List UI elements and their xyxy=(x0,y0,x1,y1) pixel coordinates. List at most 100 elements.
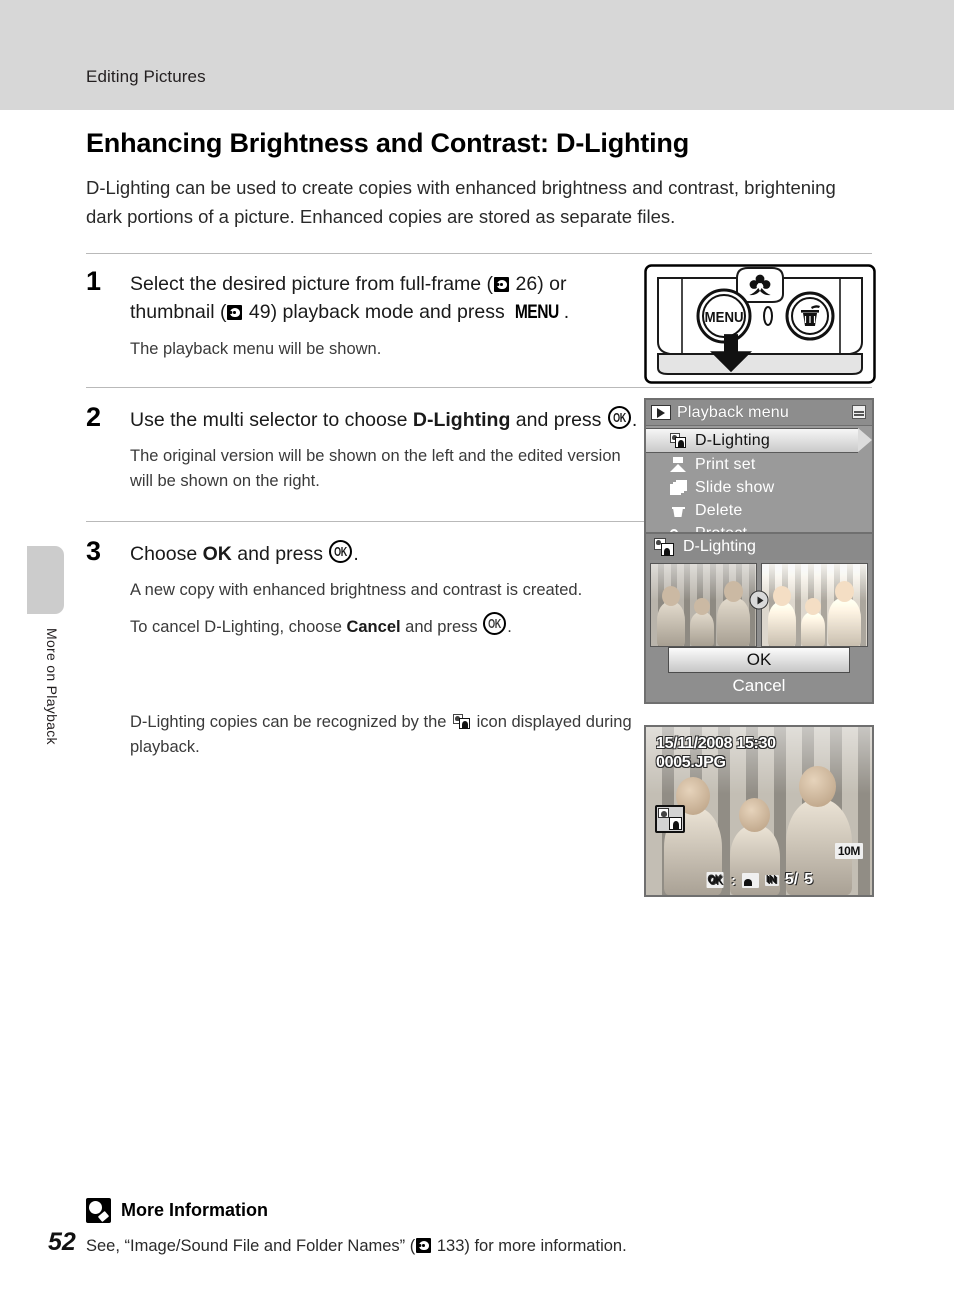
menu-item-label: Print set xyxy=(695,455,756,473)
step-1-ref-2: 49 xyxy=(248,301,271,323)
playback-menu-title: Playback menu xyxy=(677,403,789,421)
reference-icon xyxy=(416,1238,432,1253)
ok-button-glyph: OK xyxy=(607,406,631,429)
more-information-box: More Information See, “Image/Sound File … xyxy=(86,1198,872,1258)
step-3-text-b: and press xyxy=(231,543,329,565)
camera-diagram-svg: MENU xyxy=(644,264,876,384)
d-lighting-icon xyxy=(668,433,688,448)
playback-menu-list: D-Lighting Print set Slide show Delete P xyxy=(646,426,872,565)
menu-item-label: Delete xyxy=(695,501,743,519)
trash-icon xyxy=(668,503,688,518)
step-1-heading: Select the desired picture from full-fra… xyxy=(130,270,640,327)
menu-item-slide-show[interactable]: Slide show xyxy=(646,476,872,499)
step-3-bold-term: OK xyxy=(202,543,232,565)
step-3-subtext-1: A new copy with enhanced brightness and … xyxy=(130,581,583,599)
magnifier-icon xyxy=(86,1198,111,1223)
more-info-ref: 133 xyxy=(436,1237,465,1255)
step-3-cancel-text-c: . xyxy=(507,618,512,636)
playback-osd-bottom-bar: OK : IN 5/ 5 xyxy=(646,871,872,889)
step-2-number: 2 xyxy=(86,402,102,432)
ok-button-glyph: OK xyxy=(329,540,353,563)
frame-total: 5 xyxy=(804,871,814,888)
osd-date-text: 15/11/2008 15:30 xyxy=(656,735,776,752)
intro-paragraph: D-Lighting can be used to create copies … xyxy=(86,177,836,227)
photo-people xyxy=(651,581,756,646)
menu-item-delete[interactable]: Delete xyxy=(646,499,872,522)
step-1-number: 1 xyxy=(86,266,102,296)
d-lighting-note: D-Lighting copies can be recognized by t… xyxy=(130,710,640,760)
printer-icon xyxy=(668,457,688,472)
d-lighting-icon xyxy=(655,805,685,833)
step-3-cancel-text-a: To cancel D-Lighting, choose xyxy=(130,618,347,636)
d-lighting-screen-title: D-Lighting xyxy=(683,538,756,555)
step-1: 1 Select the desired picture from full-f… xyxy=(86,264,876,384)
note-text-a: D-Lighting copies can be recognized by t… xyxy=(130,713,452,731)
reference-icon xyxy=(494,277,510,292)
step-3-text-c: . xyxy=(353,543,359,565)
step-3-subtext-2: To cancel D-Lighting, choose Cancel and … xyxy=(130,612,640,640)
more-information-title: More Information xyxy=(121,1200,268,1220)
step-2: 2 Use the multi selector to choose D-Lig… xyxy=(86,398,874,570)
step-3-heading: Choose OK and press OK. xyxy=(130,540,640,568)
menu-item-d-lighting[interactable]: D-Lighting xyxy=(646,428,872,453)
ok-button-chip: OK xyxy=(706,872,724,888)
ok-button[interactable]: OK xyxy=(668,647,850,673)
ok-button-glyph: OK xyxy=(483,612,507,635)
chapter-tab-marker xyxy=(27,546,64,614)
d-lighting-buttons: OK Cancel xyxy=(646,647,872,702)
cancel-button[interactable]: Cancel xyxy=(668,675,850,697)
step-1-text-d: . xyxy=(563,301,570,323)
step-3-cancel-bold: Cancel xyxy=(346,618,401,636)
running-header-title: Editing Pictures xyxy=(86,67,206,86)
d-lighting-compare-area xyxy=(646,560,872,647)
step-2-text-a: Use the multi selector to choose xyxy=(130,409,413,431)
edited-thumbnail xyxy=(761,563,868,647)
menu-item-print-set[interactable]: Print set xyxy=(646,453,872,476)
svg-text:MENU: MENU xyxy=(705,308,744,325)
divider-2 xyxy=(86,387,872,388)
slideshow-icon xyxy=(668,480,688,495)
d-lighting-icon xyxy=(453,714,471,729)
step-1-text-a: Select the desired picture from full-fra… xyxy=(130,273,494,295)
step-1-ref-1: 26 xyxy=(515,273,538,295)
photo-people xyxy=(762,581,867,646)
step-2-subtext: The original version will be shown on th… xyxy=(130,447,621,490)
playback-icon xyxy=(651,405,671,420)
more-info-text-a: See, “Image/Sound File and Folder Names”… xyxy=(86,1237,416,1255)
menu-button-glyph: MENU xyxy=(514,302,559,323)
page-title: Enhancing Brightness and Contrast: D-Lig… xyxy=(86,128,689,158)
page-content: Enhancing Brightness and Contrast: D-Lig… xyxy=(86,110,876,897)
d-lighting-confirm-screen: D-Lighting OK Cancel xyxy=(644,532,874,704)
chevron-right-icon xyxy=(749,590,769,610)
frame-current: 5/ xyxy=(784,871,799,888)
playback-fullframe-screen: 15/11/2008 15:30 0005.JPG 10M OK : IN 5/… xyxy=(644,725,874,897)
step-2-heading: Use the multi selector to choose D-Light… xyxy=(130,406,640,434)
menu-tab-icon xyxy=(852,405,866,419)
menu-item-label: Slide show xyxy=(695,478,775,496)
step-2-bold-term: D-Lighting xyxy=(412,409,511,431)
divider-1 xyxy=(86,253,872,254)
reference-icon xyxy=(227,305,243,320)
step-3-text-a: Choose xyxy=(130,543,203,565)
step-1-text-c: ) playback mode and press xyxy=(270,301,511,323)
original-thumbnail xyxy=(650,563,757,647)
step-3: 3 Choose OK and press OK. A new copy wit… xyxy=(86,532,874,897)
menu-item-label: D-Lighting xyxy=(695,431,770,449)
internal-memory-icon: IN xyxy=(764,874,779,886)
playback-osd-datetime: 15/11/2008 15:30 0005.JPG xyxy=(656,734,776,772)
d-lighting-icon xyxy=(654,538,674,556)
step-3-number: 3 xyxy=(86,536,102,566)
step-1-subtext: The playback menu will be shown. xyxy=(130,340,382,358)
chapter-tab-label: More on Playback xyxy=(44,628,60,745)
more-information-heading: More Information xyxy=(86,1198,872,1223)
osd-filename-text: 0005.JPG xyxy=(656,754,726,771)
step-2-text-b: and press xyxy=(510,409,607,431)
step-3-cancel-text-b: and press xyxy=(400,618,483,636)
retouch-icon xyxy=(741,872,759,888)
image-size-badge: 10M xyxy=(834,843,863,859)
colon-separator: : xyxy=(731,872,736,888)
page-number: 52 xyxy=(48,1228,76,1256)
step-1-body: Select the desired picture from full-fra… xyxy=(130,270,640,362)
camera-back-illustration: MENU xyxy=(644,264,876,384)
step-2-body: Use the multi selector to choose D-Light… xyxy=(130,406,640,494)
